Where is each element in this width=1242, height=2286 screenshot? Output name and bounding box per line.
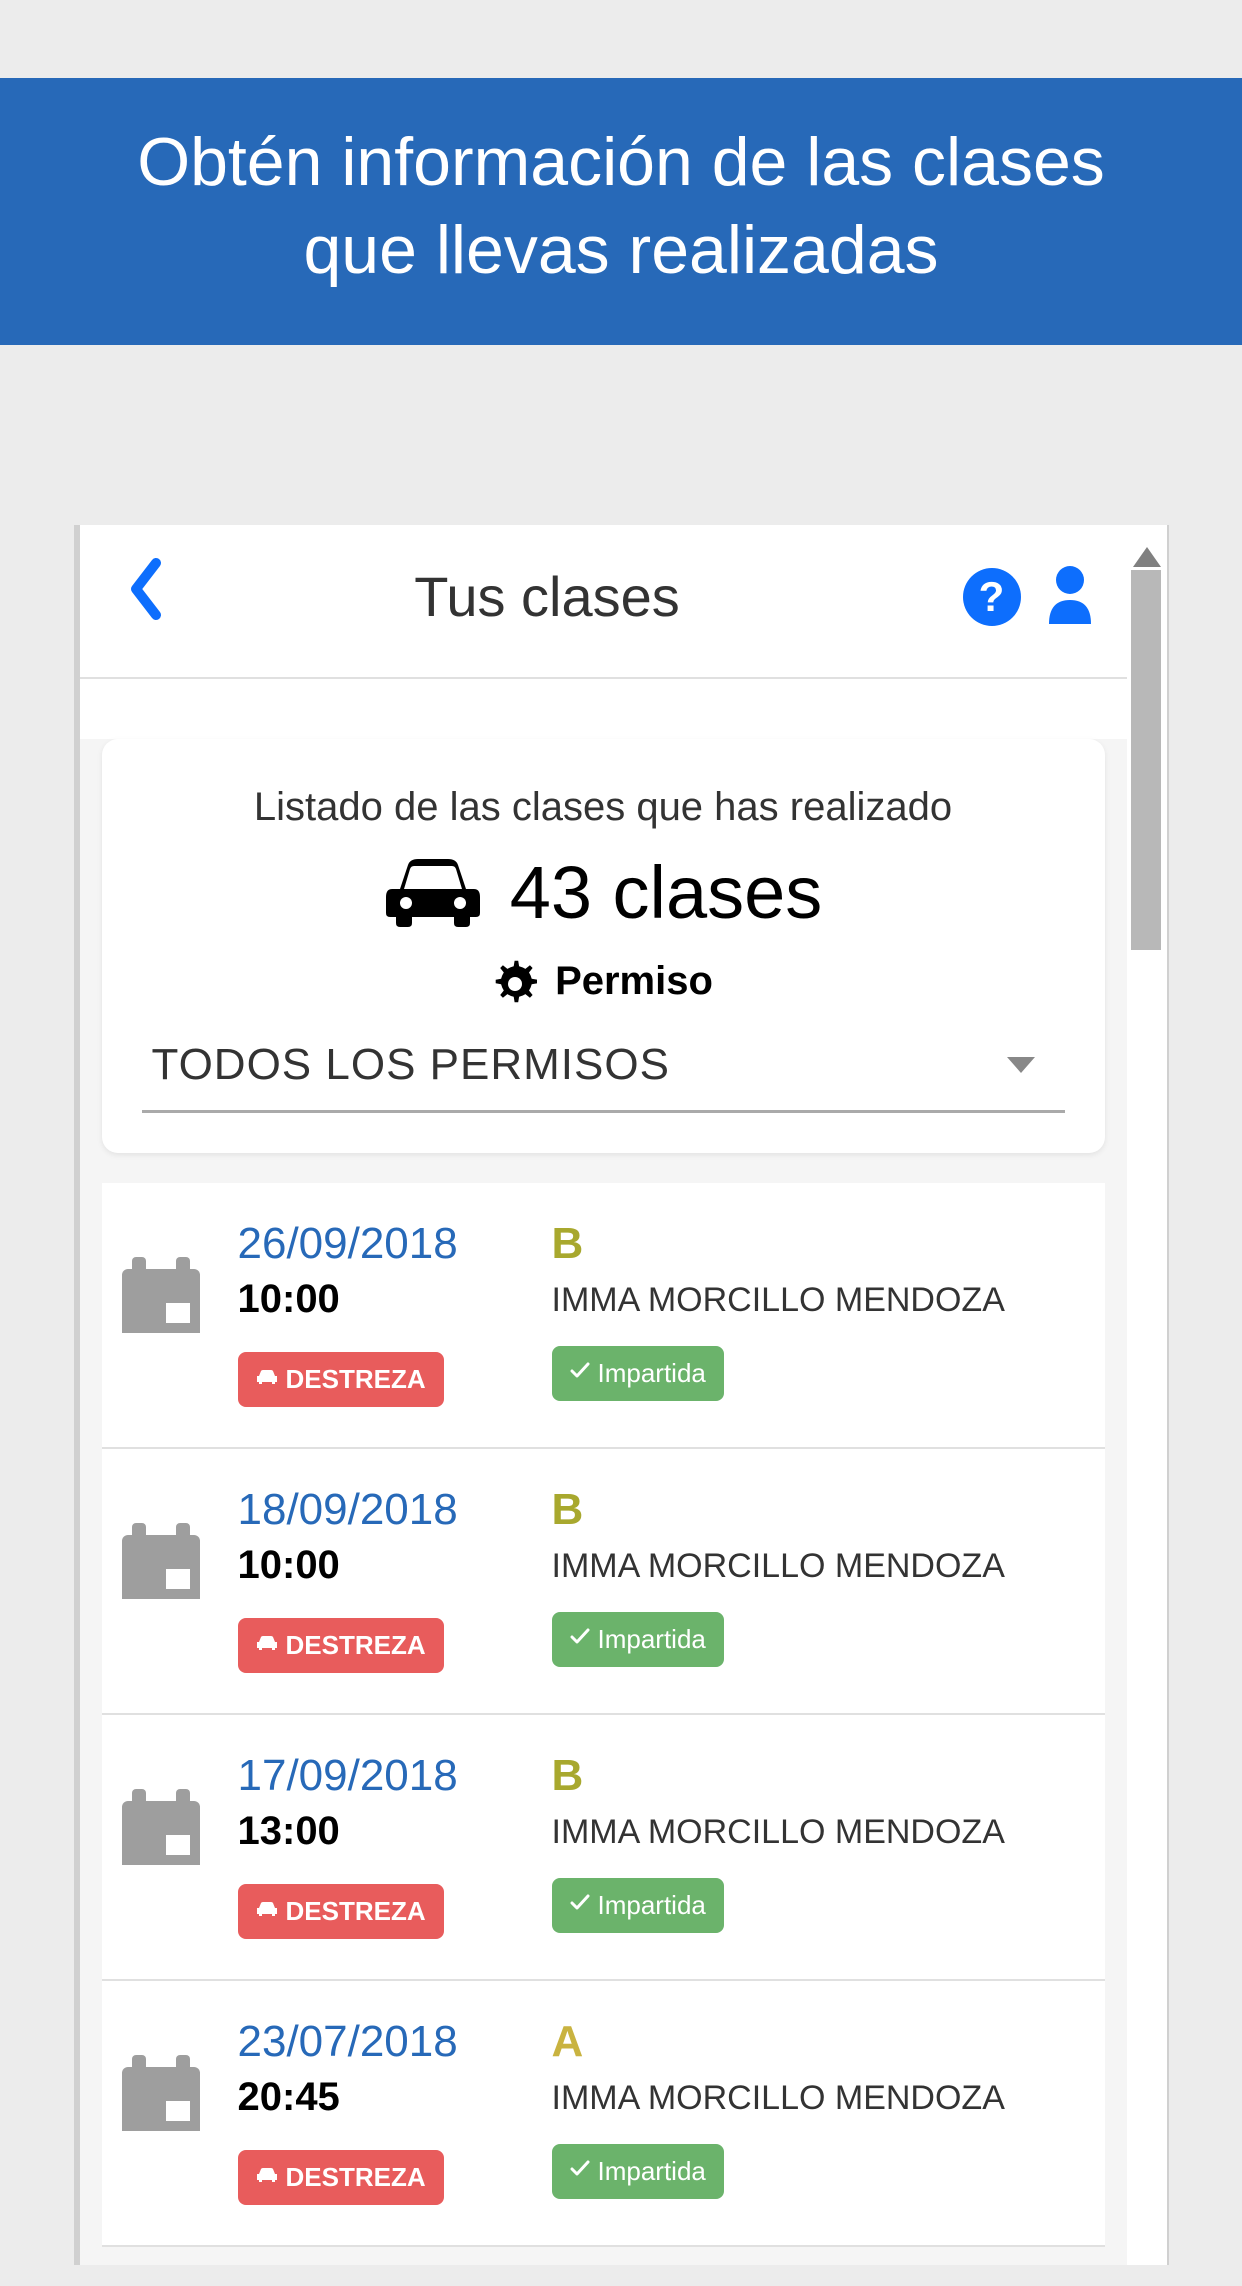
badge-check-icon: [570, 2158, 590, 2184]
car-small-icon: [256, 1369, 278, 1385]
class-item[interactable]: 23/07/2018 20:45 DESTREZA A IMMA MORCILL…: [102, 1981, 1105, 2247]
type-badge-label: DESTREZA: [286, 2162, 426, 2193]
date-icon-col: [118, 1485, 214, 1673]
type-badge-label: DESTREZA: [286, 1364, 426, 1395]
help-icon: ?: [979, 573, 1005, 621]
class-permit: B: [552, 1751, 1079, 1801]
class-item[interactable]: 26/09/2018 10:00 DESTREZA B IMMA MORCILL…: [102, 1183, 1105, 1449]
status-badge-label: Impartida: [598, 1890, 706, 1921]
chevron-down-icon: [1007, 1057, 1035, 1073]
count-row: 43 clases: [132, 850, 1075, 935]
class-left-col: 26/09/2018 10:00 DESTREZA: [238, 1219, 528, 1407]
calendar-icon: [118, 1255, 204, 1337]
profile-button[interactable]: [1043, 564, 1097, 629]
content-area: Listado de las clases que has realizado …: [80, 739, 1127, 2265]
class-instructor: IMMA MORCILLO MENDOZA: [552, 1281, 1079, 1320]
car-small-icon: [256, 2167, 278, 2183]
help-button[interactable]: ?: [963, 568, 1021, 626]
permiso-row: Permiso: [132, 959, 1075, 1004]
check-icon: [570, 1894, 590, 1912]
class-date: 17/09/2018: [238, 1751, 528, 1801]
car-small-icon: [256, 1901, 278, 1917]
permiso-label: Permiso: [555, 959, 713, 1004]
class-instructor: IMMA MORCILLO MENDOZA: [552, 1547, 1079, 1586]
app-screen: Tus clases ? Listado de las clases que h…: [74, 525, 1169, 2265]
promo-banner: Obtén información de las clases que llev…: [0, 78, 1242, 345]
person-icon: [1043, 564, 1097, 624]
badge-car-icon: [256, 2166, 278, 2189]
class-right-col: A IMMA MORCILLO MENDOZA Impartida: [552, 2017, 1079, 2205]
car-small-icon: [256, 1635, 278, 1651]
badge-check-icon: [570, 1892, 590, 1918]
check-icon: [570, 1362, 590, 1380]
class-time: 10:00: [238, 1277, 528, 1322]
summary-card: Listado de las clases que has realizado …: [102, 739, 1105, 1153]
date-icon-col: [118, 1751, 214, 1939]
class-date: 23/07/2018: [238, 2017, 528, 2067]
class-time: 20:45: [238, 2075, 528, 2120]
status-badge-label: Impartida: [598, 1624, 706, 1655]
dropdown-value: TODOS LOS PERMISOS: [152, 1040, 670, 1090]
type-badge: DESTREZA: [238, 2150, 444, 2205]
type-badge-label: DESTREZA: [286, 1630, 426, 1661]
permiso-dropdown[interactable]: TODOS LOS PERMISOS: [142, 1024, 1065, 1113]
calendar-icon: [118, 1521, 204, 1603]
class-time: 13:00: [238, 1809, 528, 1854]
status-badge: Impartida: [552, 2144, 724, 2199]
date-icon-col: [118, 1219, 214, 1407]
class-date: 18/09/2018: [238, 1485, 528, 1535]
class-right-col: B IMMA MORCILLO MENDOZA Impartida: [552, 1485, 1079, 1673]
badge-car-icon: [256, 1634, 278, 1657]
class-count: 43 clases: [510, 850, 823, 935]
calendar-icon: [118, 2053, 204, 2135]
status-badge: Impartida: [552, 1612, 724, 1667]
header-actions: ?: [963, 564, 1097, 629]
scroll-arrow-up-icon[interactable]: [1133, 547, 1161, 567]
promo-line-2: que llevas realizadas: [30, 206, 1212, 294]
class-right-col: B IMMA MORCILLO MENDOZA Impartida: [552, 1219, 1079, 1407]
class-item[interactable]: 17/09/2018 13:00 DESTREZA B IMMA MORCILL…: [102, 1715, 1105, 1981]
status-badge: Impartida: [552, 1878, 724, 1933]
badge-check-icon: [570, 1360, 590, 1386]
check-icon: [570, 2160, 590, 2178]
date-icon-col: [118, 2017, 214, 2205]
badge-car-icon: [256, 1900, 278, 1923]
class-instructor: IMMA MORCILLO MENDOZA: [552, 2079, 1079, 2118]
type-badge: DESTREZA: [238, 1352, 444, 1407]
class-item[interactable]: 18/09/2018 10:00 DESTREZA B IMMA MORCILL…: [102, 1449, 1105, 1715]
gear-icon: [493, 959, 537, 1003]
class-left-col: 17/09/2018 13:00 DESTREZA: [238, 1751, 528, 1939]
class-list: 26/09/2018 10:00 DESTREZA B IMMA MORCILL…: [102, 1183, 1105, 2247]
class-right-col: B IMMA MORCILLO MENDOZA Impartida: [552, 1751, 1079, 1939]
type-badge: DESTREZA: [238, 1618, 444, 1673]
status-badge-label: Impartida: [598, 2156, 706, 2187]
calendar-icon: [118, 1787, 204, 1869]
badge-car-icon: [256, 1368, 278, 1391]
status-badge: Impartida: [552, 1346, 724, 1401]
badge-check-icon: [570, 1626, 590, 1652]
class-left-col: 23/07/2018 20:45 DESTREZA: [238, 2017, 528, 2205]
type-badge-label: DESTREZA: [286, 1896, 426, 1927]
status-badge-label: Impartida: [598, 1358, 706, 1389]
summary-subtitle: Listado de las clases que has realizado: [132, 785, 1075, 830]
page-title: Tus clases: [132, 564, 963, 629]
scrollbar-thumb[interactable]: [1131, 570, 1161, 950]
class-permit: B: [552, 1485, 1079, 1535]
check-icon: [570, 1628, 590, 1646]
class-left-col: 18/09/2018 10:00 DESTREZA: [238, 1485, 528, 1673]
class-date: 26/09/2018: [238, 1219, 528, 1269]
car-icon: [384, 857, 482, 927]
type-badge: DESTREZA: [238, 1884, 444, 1939]
promo-line-1: Obtén información de las clases: [30, 118, 1212, 206]
class-time: 10:00: [238, 1543, 528, 1588]
class-permit: A: [552, 2017, 1079, 2067]
app-header: Tus clases ?: [80, 525, 1127, 679]
phone-frame: Tus clases ? Listado de las clases que h…: [74, 525, 1169, 2265]
class-permit: B: [552, 1219, 1079, 1269]
class-instructor: IMMA MORCILLO MENDOZA: [552, 1813, 1079, 1852]
